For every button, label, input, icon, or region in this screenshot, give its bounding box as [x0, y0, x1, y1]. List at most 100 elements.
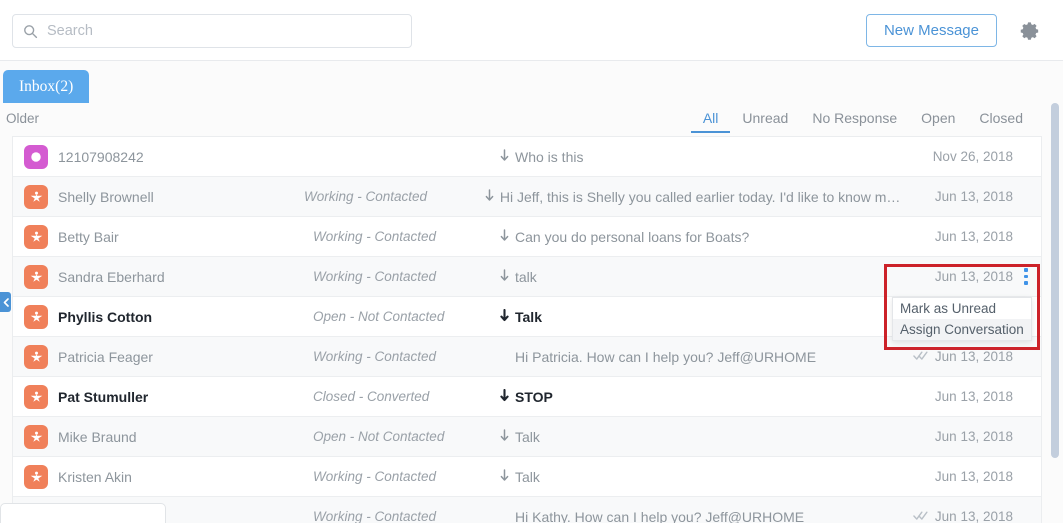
incoming-arrow-icon — [500, 388, 509, 401]
star-avatar-icon — [30, 191, 42, 202]
message-date: Jun 13, 2018 — [903, 229, 1041, 244]
message-date-text: Jun 13, 2018 — [934, 189, 1013, 204]
contact-name: Patricia Feager — [58, 348, 153, 365]
incoming-arrow-icon — [500, 428, 509, 441]
star-avatar-icon — [24, 424, 48, 449]
conversation-status: Closed - Converted — [313, 389, 430, 404]
star-avatar-icon — [24, 384, 48, 409]
message-date: Jun 13, 2018 — [903, 189, 1041, 204]
incoming-arrow-icon — [500, 148, 509, 161]
conversation-list[interactable]: 12107908242 Who is this Nov 26, 2018 Shelly… — [12, 136, 1042, 523]
message-preview: Who is this — [488, 149, 903, 165]
filter-tab-open[interactable]: Open — [909, 109, 967, 133]
context-menu-item[interactable]: Mark as Unread — [893, 298, 1031, 319]
conversation-status: Open - Not Contacted — [313, 429, 445, 444]
gear-icon — [1020, 22, 1039, 40]
contact-name: 12107908242 — [58, 148, 144, 165]
message-date: Jun 13, 2018 — [903, 429, 1041, 444]
message-date: Jun 13, 2018 — [903, 389, 1041, 404]
search-box[interactable] — [12, 14, 412, 48]
contact-name: Sandra Eberhard — [58, 268, 165, 285]
star-avatar-icon — [30, 271, 42, 282]
conversation-status: Working - Contacted — [313, 469, 437, 484]
star-avatar-icon — [24, 464, 48, 489]
message-date: Nov 26, 2018 — [903, 149, 1041, 164]
message-preview-text: STOP — [515, 388, 553, 405]
conversation-row[interactable]: Shelly Brownell Working - Contacted Hi Jef… — [13, 177, 1041, 217]
contact-name: Betty Bair — [58, 228, 119, 245]
conversation-status: Open - Not Contacted — [313, 309, 445, 324]
star-avatar-icon — [30, 351, 42, 362]
message-preview-text: Hi Patricia. How can I help you? Jeff@UR… — [515, 348, 817, 365]
conversation-row[interactable]: Betty Bair Working - Contacted Can you do … — [13, 217, 1041, 257]
message-preview: Hi Patricia. How can I help you? Jeff@UR… — [488, 349, 903, 365]
star-avatar-icon — [30, 471, 42, 482]
group-label-older: Older — [6, 111, 40, 126]
message-date-text: Jun 13, 2018 — [934, 269, 1013, 284]
message-preview: talk — [488, 269, 903, 285]
message-preview: Talk — [488, 308, 903, 325]
incoming-arrow-icon — [500, 468, 509, 481]
star-avatar-icon — [24, 264, 48, 289]
list-scrollbar[interactable] — [1051, 103, 1059, 523]
star-avatar-icon — [24, 344, 48, 369]
message-preview-text: Hi Jeff, this is Shelly you called earli… — [499, 188, 903, 205]
message-preview-text: Talk — [515, 308, 542, 325]
incoming-arrow-icon — [500, 228, 509, 241]
conversation-row[interactable]: 12107908242 Who is this Nov 26, 2018 — [13, 137, 1041, 177]
scrollbar-thumb[interactable] — [1051, 103, 1059, 458]
conversation-row[interactable]: Patricia Feager Working - Contacted Hi Pat… — [13, 337, 1041, 377]
row-menu-button[interactable] — [1017, 266, 1035, 288]
tab-strip: Inbox(2) — [0, 61, 1063, 103]
conversation-row[interactable]: Sandra Eberhard Working - Contacted talk Ju… — [13, 257, 1041, 297]
search-icon — [24, 24, 38, 38]
context-menu-item[interactable]: Assign Conversation — [893, 319, 1031, 340]
circle-avatar-icon — [24, 144, 48, 169]
conversation-row[interactable]: Pat Stumuller Closed - Converted STOP Jun 1… — [13, 377, 1041, 417]
conversation-row[interactable]: Mike Braund Open - Not Contacted Talk Jun 1… — [13, 417, 1041, 457]
message-preview-text: Talk — [515, 468, 540, 485]
message-preview-text: Can you do personal loans for Boats? — [515, 228, 750, 245]
sidebar-collapse-handle[interactable] — [0, 292, 11, 312]
message-date-text: Jun 13, 2018 — [934, 429, 1013, 444]
filter-tabs: All Unread No Response Open Closed — [690, 109, 1035, 133]
top-bar: New Message — [0, 0, 1063, 61]
conversation-row[interactable]: Working - Contacted Hi Kathy. How can I h… — [13, 497, 1041, 523]
contact-name: Pat Stumuller — [58, 388, 149, 405]
conversation-status: Working - Contacted — [313, 229, 437, 244]
filter-tab-unread[interactable]: Unread — [730, 109, 800, 133]
incoming-arrow-icon — [485, 188, 494, 201]
incoming-arrow-icon — [500, 308, 509, 321]
star-avatar-icon — [30, 391, 42, 402]
message-date-text: Jun 13, 2018 — [934, 469, 1013, 484]
row-context-menu[interactable]: Mark as Unread Assign Conversation — [892, 297, 1032, 341]
message-preview: Hi Kathy. How can I help you? Jeff@URHOM… — [488, 509, 903, 523]
message-preview: Can you do personal loans for Boats? — [488, 229, 903, 245]
tab-inbox[interactable]: Inbox(2) — [3, 70, 90, 103]
contact-name: Kristen Akin — [58, 468, 132, 485]
chevron-left-icon — [3, 297, 9, 307]
conversation-status: Working - Contacted — [313, 509, 437, 523]
message-date-text: Nov 26, 2018 — [932, 149, 1013, 164]
filter-tab-no-response[interactable]: No Response — [800, 109, 909, 133]
read-receipt-icon — [913, 351, 928, 360]
filter-tab-closed[interactable]: Closed — [967, 109, 1035, 133]
message-date: Jun 13, 2018 — [903, 349, 1041, 364]
message-preview-text: Hi Kathy. How can I help you? Jeff@URHOM… — [515, 508, 805, 523]
new-message-button[interactable]: New Message — [865, 14, 997, 47]
message-preview: Hi Jeff, this is Shelly you called earli… — [473, 189, 903, 205]
circle-avatar-icon — [31, 151, 41, 162]
settings-button[interactable] — [1016, 17, 1044, 45]
message-preview: Talk — [488, 469, 903, 485]
message-date: Jun 13, 2018 — [903, 509, 1041, 523]
conversation-status: Working - Contacted — [304, 189, 428, 204]
bottom-left-panel — [0, 503, 166, 523]
message-date-text: Jun 13, 2018 — [934, 389, 1013, 404]
conversation-row[interactable]: Phyllis CottonOpen - Not ContactedTalkJu… — [13, 297, 1041, 337]
search-input[interactable] — [47, 15, 401, 47]
star-avatar-icon — [30, 311, 42, 322]
star-avatar-icon — [30, 431, 42, 442]
message-preview: Talk — [488, 429, 903, 445]
conversation-row[interactable]: Kristen Akin Working - Contacted Talk Jun 1… — [13, 457, 1041, 497]
filter-tab-all[interactable]: All — [690, 109, 731, 133]
